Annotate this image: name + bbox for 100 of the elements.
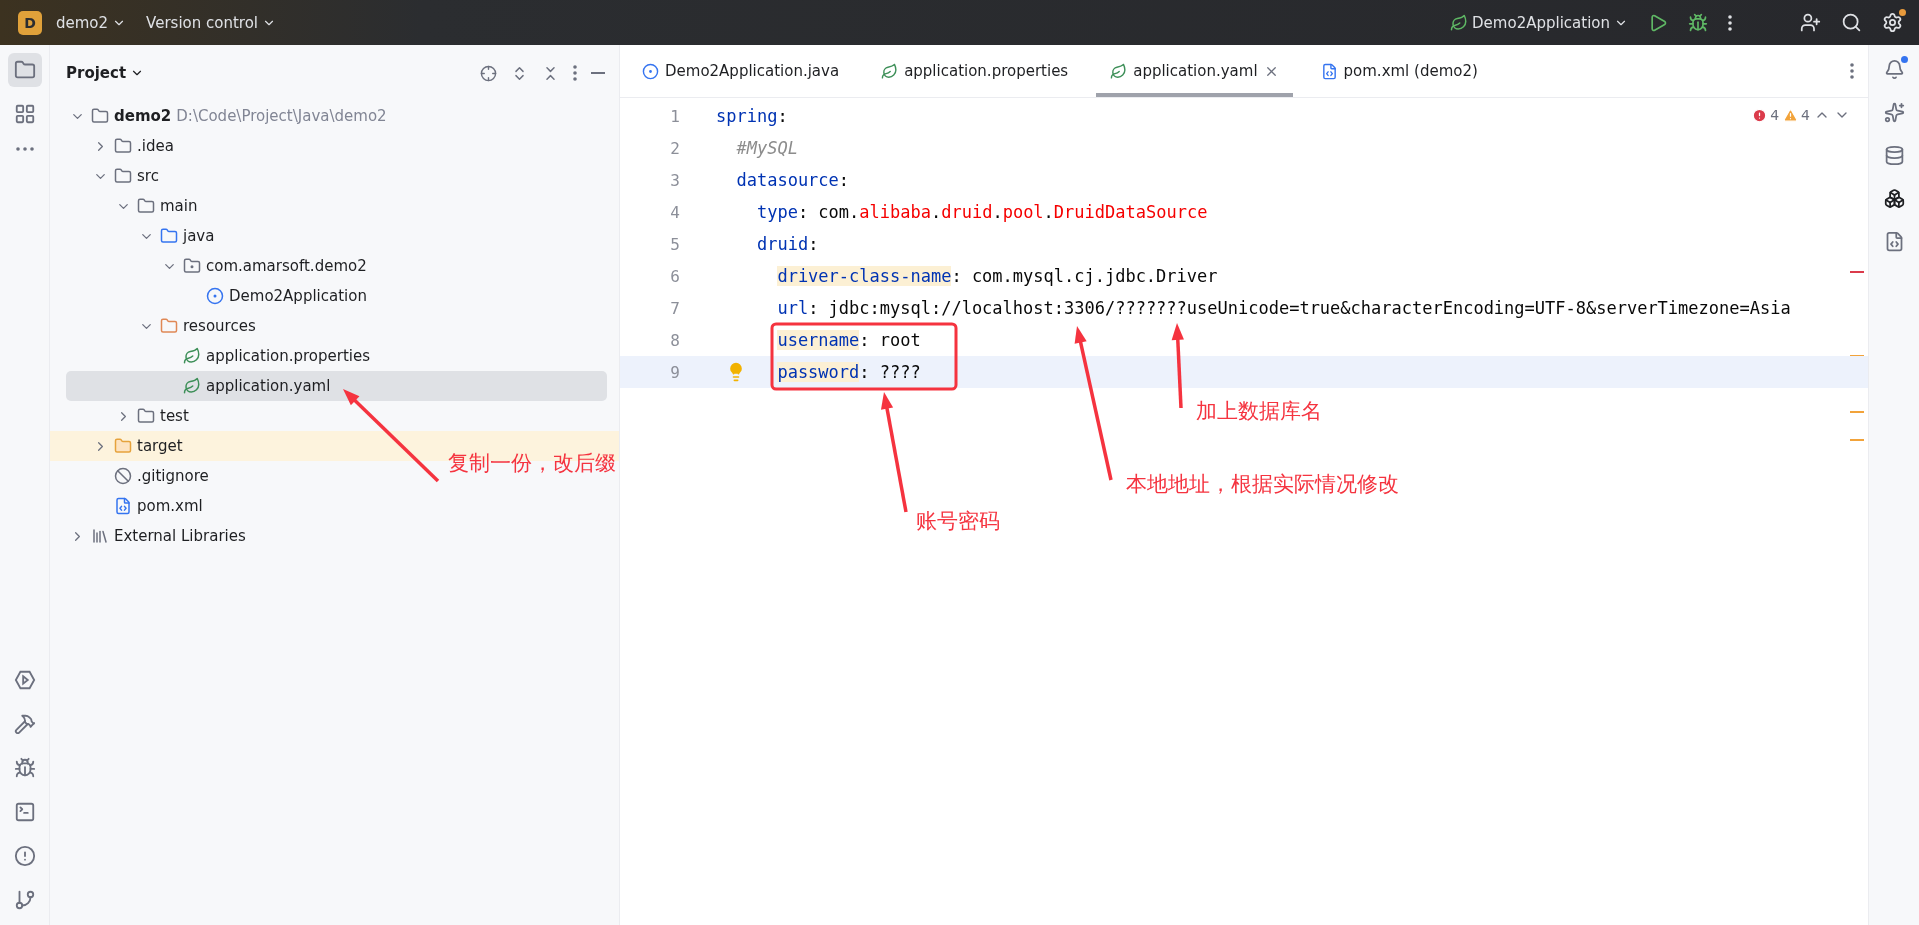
project-tool-button[interactable] xyxy=(7,53,42,87)
bell-icon xyxy=(1883,59,1905,80)
tree-item-label: src xyxy=(137,167,159,185)
line-number: 6 xyxy=(669,266,681,286)
line-number: 2 xyxy=(669,138,681,158)
tree-item[interactable]: test xyxy=(50,401,197,431)
tree-item-label: demo2 xyxy=(114,107,172,125)
folder-icon xyxy=(137,197,155,215)
alert-icon xyxy=(13,845,36,867)
line-number: 8 xyxy=(669,330,681,350)
error-icon xyxy=(1752,107,1768,123)
settings-icon xyxy=(1882,12,1903,33)
leaf-icon xyxy=(881,62,899,80)
tab-label: pom.xml (demo2) xyxy=(1343,62,1478,80)
code-line: driver-class-name: com.mysql.cj.jdbc.Driver xyxy=(776,266,1218,286)
code-line: spring: xyxy=(716,106,788,126)
leaf-icon xyxy=(183,377,201,395)
tree-item[interactable]: java xyxy=(50,221,223,251)
version-control-menu[interactable]: Version control xyxy=(140,9,282,36)
tree-item-label: .idea xyxy=(137,137,174,155)
line-number: 3 xyxy=(669,170,681,190)
tree-item-label: application.properties xyxy=(206,347,371,365)
tree-item[interactable]: resources xyxy=(50,311,264,341)
tree-item-label: pom.xml xyxy=(137,497,203,515)
project-badge: D xyxy=(18,10,42,35)
more-icon xyxy=(1850,63,1854,79)
tree-item[interactable]: application.properties xyxy=(50,341,379,371)
grid-icon xyxy=(13,103,36,125)
tab-label: Demo2Application.java xyxy=(665,62,840,80)
tree-item[interactable]: main xyxy=(50,191,206,221)
tab-label: application.yaml xyxy=(1133,62,1258,80)
folder-icon xyxy=(114,137,132,155)
minus-icon xyxy=(591,72,605,74)
module-folder-icon xyxy=(91,107,109,125)
tree-item[interactable]: .gitignore xyxy=(50,461,217,491)
code-line: url: jdbc:mysql://localhost:3306/???????useUnicode=true&characterEncoding=UTF-8&serverTimezone=Asia xyxy=(776,298,1791,318)
tree-item-label: com.amarsoft.demo2 xyxy=(206,257,367,275)
folder-icon xyxy=(160,227,178,245)
tree-item[interactable]: Demo2Application xyxy=(50,281,375,311)
tree-item-label: target xyxy=(137,437,183,455)
code-line: datasource: xyxy=(735,170,850,190)
file-icon xyxy=(114,497,132,515)
tree-item[interactable]: application.yaml xyxy=(66,371,607,401)
folder-icon xyxy=(114,437,132,455)
tree-item-label: resources xyxy=(183,317,256,335)
tree-item[interactable]: pom.xml xyxy=(50,491,211,521)
line-number: 1 xyxy=(669,106,681,126)
line-number: 9 xyxy=(669,362,681,382)
search-icon xyxy=(1841,12,1862,33)
error-count: 4 xyxy=(1770,107,1780,123)
warning-icon xyxy=(1783,107,1799,123)
project-path: D:\Code\Project\Java\demo2 xyxy=(176,107,387,125)
code-line: type: com.alibaba.druid.pool.DruidDataSource xyxy=(755,202,1208,222)
library-icon xyxy=(91,527,109,545)
editor-tab[interactable]: pom.xml (demo2) xyxy=(1306,45,1492,97)
tab-label: application.properties xyxy=(904,62,1069,80)
tree-item-label: test xyxy=(160,407,189,425)
folder-icon xyxy=(114,167,132,185)
leaf-icon xyxy=(1450,13,1469,32)
tree-item[interactable]: External Libraries xyxy=(50,521,254,551)
annotation-text: 本地地址，根据实际情况修改 xyxy=(1126,471,1399,498)
project-switcher[interactable]: demo2 xyxy=(50,9,133,36)
tree-item-label: Demo2Application xyxy=(229,287,367,305)
folder-icon xyxy=(137,407,155,425)
annotation-text: 账号密码 xyxy=(916,508,1000,535)
code-line: druid: xyxy=(755,234,819,254)
warning-count: 4 xyxy=(1801,107,1810,123)
notification-dot xyxy=(1899,9,1906,16)
branch-icon xyxy=(13,889,36,911)
leaf-icon xyxy=(183,347,201,365)
line-number: 4 xyxy=(669,202,681,222)
tree-item[interactable]: src xyxy=(50,161,167,191)
tree-item-label: .gitignore xyxy=(137,467,209,485)
ignore-file-icon xyxy=(114,467,132,485)
tree-item-label: main xyxy=(160,197,198,215)
leaf-icon xyxy=(1110,62,1128,80)
tree-item[interactable]: com.amarsoft.demo2 xyxy=(50,251,375,281)
editor-tab[interactable]: Demo2Application.java xyxy=(628,45,854,97)
code-line: username: root xyxy=(776,330,921,350)
project-view-menu[interactable]: Project xyxy=(66,64,145,82)
more-icon xyxy=(573,65,577,81)
boxes-icon xyxy=(1883,188,1905,209)
folder-icon xyxy=(160,317,178,335)
tree-item[interactable]: demo2 D:\Code\Project\Java\demo2 xyxy=(50,101,395,131)
run-configuration-menu[interactable]: Demo2Application xyxy=(1444,9,1634,36)
folder-icon xyxy=(13,59,36,81)
hexagon-play-icon xyxy=(13,669,36,691)
editor-tab[interactable]: application.properties xyxy=(867,45,1083,97)
sparkles-icon xyxy=(1883,102,1905,123)
annotation-text: 加上数据库名 xyxy=(1196,398,1322,425)
tree-item-label: application.yaml xyxy=(206,377,331,395)
package-folder-icon xyxy=(183,257,201,275)
crosshair-icon xyxy=(480,64,497,82)
class-icon xyxy=(206,287,224,305)
editor-tab[interactable]: application.yaml xyxy=(1096,45,1293,97)
bug-icon xyxy=(13,757,36,779)
terminal-icon xyxy=(13,801,36,823)
database-icon xyxy=(1883,145,1905,166)
tree-item[interactable]: .idea xyxy=(50,131,182,161)
class-icon xyxy=(642,62,659,80)
